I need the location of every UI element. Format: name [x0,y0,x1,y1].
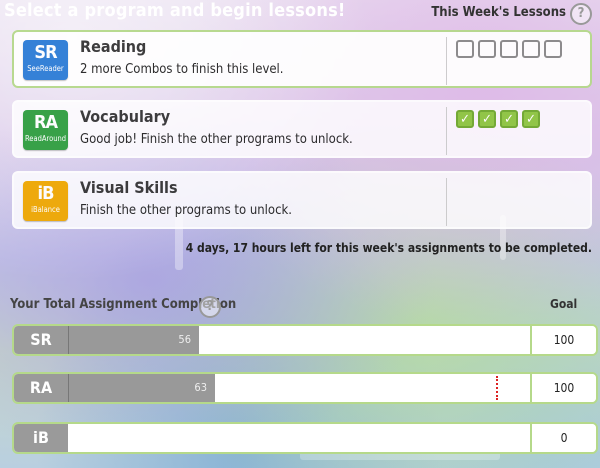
goal-value: 0 [530,424,596,452]
progress-track: 56 [68,326,530,354]
progress-row-vocabulary: RA 63 100 [12,372,598,404]
program-card-vocabulary[interactable]: RA ReadAround Vocabulary Good job! Finis… [12,100,592,158]
lesson-box-checked-icon: ✓ [456,110,474,128]
lesson-box-empty [456,40,474,58]
progress-row-reading: SR 56 100 [12,324,598,356]
program-card-reading[interactable]: SR SeeReader Reading 2 more Combos to fi… [12,30,592,88]
weekly-lessons-label: This Week's Lessons [431,5,566,20]
program-name: Visual Skills [80,178,178,197]
progress-value: 56 [178,333,191,346]
progress-value: 63 [194,381,207,394]
page-title: Select a program and begin lessons! [4,0,346,21]
seereader-logo-icon: SR SeeReader [23,40,68,80]
goal-value: 100 [530,326,596,354]
program-description: Good job! Finish the other programs to u… [80,132,353,147]
weekly-lessons-help-icon[interactable]: ? [570,3,592,25]
program-description: Finish the other programs to unlock. [80,203,292,218]
program-name: Vocabulary [80,107,171,126]
goal-value: 100 [530,374,596,402]
readaround-small-icon: RA [14,374,68,402]
card-divider [446,107,447,155]
program-name: Reading [80,37,147,56]
progress-fill: 63 [68,374,215,402]
lesson-box-empty [500,40,518,58]
lesson-checkboxes: ✓ ✓ ✓ ✓ [456,110,540,128]
completion-help-icon[interactable]: ? [199,296,221,318]
lesson-box-checked-icon: ✓ [500,110,518,128]
ibalance-logo-icon: iB iBalance [23,181,68,221]
progress-row-visual-skills: iB 0 [12,422,598,454]
program-card-visual-skills[interactable]: iB iBalance Visual Skills Finish the oth… [12,171,592,229]
card-divider [446,37,447,85]
ibalance-small-icon: iB [14,424,68,452]
goal-column-label: Goal [550,297,578,311]
lesson-box-checked-icon: ✓ [522,110,540,128]
lesson-box-empty [478,40,496,58]
time-remaining-text: 4 days, 17 hours left for this week's as… [185,241,592,255]
card-divider [446,178,447,226]
lesson-box-empty [522,40,540,58]
lesson-checkboxes [456,40,562,58]
program-description: 2 more Combos to finish this level. [80,62,284,77]
readaround-logo-icon: RA ReadAround [23,110,68,150]
lesson-box-checked-icon: ✓ [478,110,496,128]
goal-marker [496,376,498,400]
seereader-small-icon: SR [14,326,68,354]
lesson-box-empty [544,40,562,58]
progress-track [68,424,530,452]
progress-track: 63 [68,374,530,402]
progress-fill: 56 [68,326,199,354]
